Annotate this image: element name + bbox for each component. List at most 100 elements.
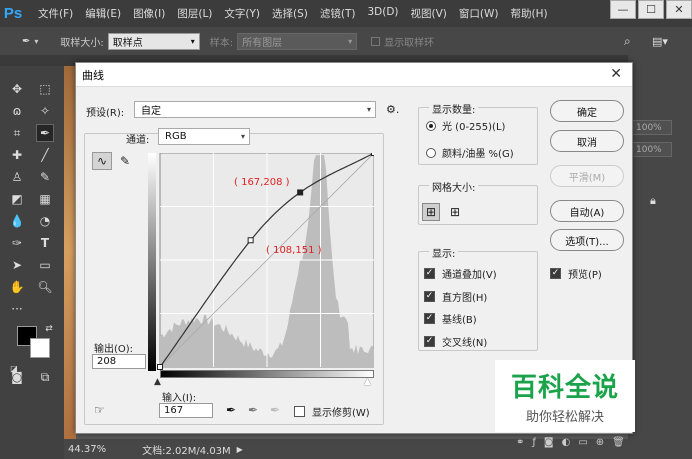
menu-item[interactable]: 3D(D) [367, 6, 398, 21]
crop-tool-icon[interactable]: ⌗ [8, 124, 26, 142]
eraser-tool-icon[interactable]: ◩ [8, 190, 26, 208]
zoom-level[interactable]: 44.37% [68, 444, 106, 455]
white-eyedropper-icon[interactable]: ✒ [270, 403, 280, 417]
tool-preset-chevron-icon[interactable]: ▾ [34, 37, 38, 46]
screen-mode-icon[interactable]: ⧉ [36, 368, 54, 386]
input-field[interactable]: 167 [159, 403, 213, 418]
lasso-tool-icon[interactable]: ɷ [8, 102, 26, 120]
detailed-grid-icon[interactable]: ⊞ [446, 203, 464, 221]
background-color-swatch[interactable] [30, 338, 50, 358]
status-arrow-icon[interactable]: ▶ [237, 445, 243, 454]
menu-item[interactable]: 图层(L) [177, 6, 212, 21]
gradient-tool-icon[interactable]: ▦ [36, 190, 54, 208]
workspace-icon[interactable]: ▤▾ [652, 35, 668, 48]
chevron-down-icon: ▾ [366, 105, 371, 114]
sample-size-select[interactable]: 取样点 ▾ [107, 32, 200, 50]
magic-wand-tool-icon[interactable]: ✧ [36, 102, 54, 120]
blur-tool-icon[interactable]: 💧 [8, 212, 26, 230]
layer-actions-icons[interactable]: ⚭ƒ◙◐▭⊕🗑︎ [516, 437, 633, 448]
auto-button[interactable]: 自动(A) [550, 200, 624, 222]
curve-control-point[interactable] [371, 153, 375, 156]
type-tool-icon[interactable]: T [36, 234, 54, 252]
output-label: 输出(O): [94, 344, 134, 355]
show-clipping-label: 显示修剪(W) [312, 408, 370, 419]
healing-tool-icon[interactable]: ✚ [8, 146, 26, 164]
search-icon[interactable]: ⌕ [624, 34, 631, 49]
preset-select[interactable]: 自定 ▾ [134, 101, 376, 118]
options-button[interactable]: 选项(T)... [550, 229, 624, 251]
close-window-button[interactable]: ✕ [666, 0, 692, 19]
curve-control-point[interactable] [157, 364, 163, 370]
display-amount-label: 显示数量: [429, 101, 479, 116]
zoom-tool-icon[interactable]: 🔍︎ [36, 278, 54, 296]
light-radio[interactable]: 光 (0-255)(L) [426, 118, 505, 133]
history-brush-icon[interactable]: ✎ [36, 168, 54, 186]
preview-checkbox[interactable]: ✓ 预览(P) [550, 266, 602, 281]
pencil-draw-icon[interactable]: ✎ [116, 152, 134, 170]
fill-field[interactable]: 100% [632, 142, 672, 157]
move-tool-icon[interactable]: ✥ [8, 80, 26, 98]
histogram-checkbox[interactable]: ✓ 直方图(H) [424, 289, 487, 304]
marquee-tool-icon[interactable]: ⬚ [36, 80, 54, 98]
tools-panel: ✥ ⬚ ɷ ✧ ⌗ ✒ ✚ ╱ ♙ ✎ ◩ ▦ 💧 ◔ ✑ T ➤ ▭ ✋ 🔍︎… [0, 66, 64, 459]
quick-mask-icon[interactable]: ◙ [8, 368, 26, 386]
stamp-tool-icon[interactable]: ♙ [8, 168, 26, 186]
pen-tool-icon[interactable]: ✑ [8, 234, 26, 252]
menu-item[interactable]: 文件(F) [38, 6, 73, 21]
chevron-down-icon: ▾ [240, 132, 245, 141]
curve-control-point[interactable] [247, 237, 254, 244]
curve-control-point[interactable] [297, 189, 304, 196]
gray-eyedropper-icon[interactable]: ✒ [248, 403, 258, 417]
swap-colors-icon[interactable]: ⇄ [40, 320, 58, 338]
opacity-field[interactable]: 100% [632, 120, 672, 135]
menu-item[interactable]: 编辑(E) [85, 6, 121, 21]
baseline-checkbox[interactable]: ✓ 基线(B) [424, 311, 477, 326]
output-gradient-bar [148, 153, 156, 371]
point-annotation-2: ( 108,151 ) [266, 245, 322, 256]
maximize-button[interactable]: ☐ [638, 0, 664, 19]
simple-grid-icon[interactable]: ⊞ [422, 203, 440, 221]
show-ring-checkbox[interactable]: 显示取样环 [371, 34, 434, 49]
dialog-titlebar: 曲线 ✕ [76, 63, 632, 87]
white-point-slider[interactable]: ▲ [364, 377, 371, 387]
output-field[interactable]: 208 [92, 354, 146, 369]
preview-label: 预览(P) [568, 270, 602, 281]
cancel-button[interactable]: 取消 [550, 130, 624, 152]
pigment-radio[interactable]: 颜料/油墨 %(G) [426, 145, 514, 160]
point-annotation-1: ( 167,208 ) [234, 177, 290, 188]
eyedropper-tool-icon[interactable]: ✒ [36, 124, 54, 142]
menu-item[interactable]: 视图(V) [411, 6, 447, 21]
close-icon[interactable]: ✕ [610, 66, 622, 82]
more-tools-icon[interactable]: ··· [8, 300, 26, 318]
intersection-checkbox[interactable]: ✓ 交叉线(N) [424, 334, 487, 349]
minimize-button[interactable]: — [610, 0, 636, 19]
preset-options-gear-icon[interactable]: ⚙. [386, 103, 399, 116]
menu-item[interactable]: 滤镜(T) [320, 6, 356, 21]
brush-tool-icon[interactable]: ╱ [36, 146, 54, 164]
menu-item[interactable]: 选择(S) [272, 6, 308, 21]
smooth-button[interactable]: 平滑(M) [550, 165, 624, 187]
show-clipping-checkbox[interactable]: 显示修剪(W) [294, 404, 370, 419]
menu-item[interactable]: 窗口(W) [459, 6, 499, 21]
shape-tool-icon[interactable]: ▭ [36, 256, 54, 274]
preset-value: 自定 [141, 106, 161, 117]
path-select-tool-icon[interactable]: ➤ [8, 256, 26, 274]
channel-overlay-checkbox[interactable]: ✓ 通道叠加(V) [424, 266, 497, 281]
menu-item[interactable]: 文字(Y) [224, 6, 260, 21]
eyedropper-tool-icon[interactable]: ✒ [22, 36, 30, 47]
right-panel [628, 55, 692, 459]
menu-item[interactable]: 帮助(H) [511, 6, 548, 21]
ok-button[interactable]: 确定 [550, 100, 624, 122]
black-eyedropper-icon[interactable]: ✒ [226, 403, 236, 417]
target-adjust-hand-icon[interactable]: ☞ [94, 403, 105, 417]
preset-label: 预设(R): [86, 108, 125, 119]
menu-item[interactable]: 图像(I) [133, 6, 165, 21]
channel-label: 通道: [126, 135, 150, 146]
curve-edit-points-icon[interactable]: ∿ [92, 152, 112, 170]
black-point-slider[interactable]: ▲ [154, 377, 161, 387]
channel-select[interactable]: RGB ▾ [158, 128, 250, 145]
sample-select[interactable]: 所有图层 ▾ [237, 32, 358, 50]
hand-tool-icon[interactable]: ✋ [8, 278, 26, 296]
dodge-tool-icon[interactable]: ◔ [36, 212, 54, 230]
doc-size: 文档:2.02M/4.03M [142, 445, 231, 457]
